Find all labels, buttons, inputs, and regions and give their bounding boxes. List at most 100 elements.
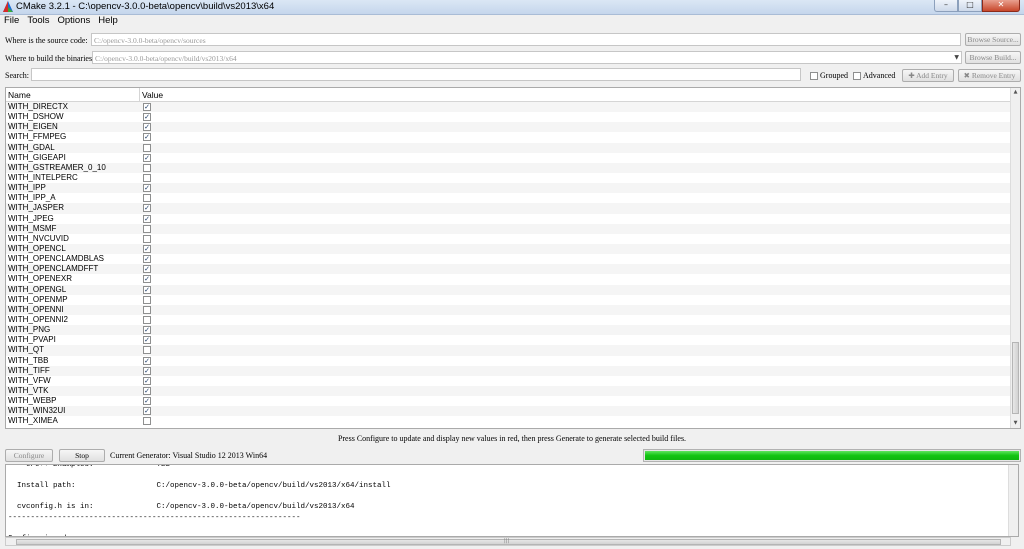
table-row[interactable]: WITH_GIGEAPI ✓ — [6, 153, 1012, 163]
row-checkbox[interactable]: ✓ — [143, 244, 151, 253]
search-input[interactable] — [31, 68, 801, 81]
table-row[interactable]: WITH_OPENMP — [6, 295, 1012, 305]
table-row[interactable]: WITH_IPP_A — [6, 193, 1012, 203]
row-checkbox[interactable] — [143, 173, 151, 182]
table-row[interactable]: WITH_OPENCL ✓ — [6, 243, 1012, 255]
menu-file[interactable]: File — [0, 14, 23, 27]
table-row[interactable]: WITH_TBB ✓ — [6, 356, 1012, 366]
row-checkbox[interactable]: ✓ — [143, 214, 151, 223]
row-checkbox[interactable] — [143, 224, 151, 233]
table-row[interactable]: WITH_NVCUVID — [6, 234, 1012, 244]
scroll-thumb[interactable] — [1012, 342, 1019, 414]
row-checkbox[interactable]: ✓ — [143, 356, 151, 365]
checkbox-box[interactable] — [810, 72, 818, 80]
table-row[interactable]: WITH_DIRECTX ✓ — [6, 102, 1012, 113]
scroll-up-icon[interactable]: ▲ — [1011, 88, 1020, 97]
row-checkbox[interactable] — [143, 305, 151, 314]
row-checkbox[interactable]: ✓ — [143, 113, 151, 122]
table-row[interactable]: WITH_EIGEN ✓ — [6, 122, 1012, 133]
table-row[interactable]: WITH_IPP ✓ — [6, 183, 1012, 194]
table-row[interactable]: WITH_PNG ✓ — [6, 325, 1012, 336]
maximize-button[interactable]: □ — [958, 0, 982, 12]
table-row[interactable]: WITH_OPENNI — [6, 304, 1012, 315]
table-row[interactable]: WITH_WIN32UI ✓ — [6, 406, 1012, 417]
row-checkbox[interactable]: ✓ — [143, 285, 151, 294]
row-checkbox[interactable] — [143, 417, 151, 426]
row-checkbox[interactable]: ✓ — [143, 376, 151, 385]
table-row[interactable]: WITH_OPENCLAMDFFT ✓ — [6, 264, 1012, 275]
table-row[interactable]: WITH_DSHOW ✓ — [6, 112, 1012, 122]
table-row[interactable]: WITH_OPENCLAMDBLAS ✓ — [6, 254, 1012, 264]
table-row[interactable]: WITH_JPEG ✓ — [6, 214, 1012, 224]
row-checkbox[interactable] — [143, 143, 151, 152]
remove-entry-button[interactable]: ✖ Remove Entry — [958, 69, 1021, 82]
row-name: WITH_PVAPI — [8, 335, 56, 345]
browse-source-button[interactable]: Browse Source... — [965, 33, 1021, 46]
row-checkbox[interactable]: ✓ — [143, 326, 151, 335]
table-row[interactable]: WITH_OPENNI2 — [6, 315, 1012, 325]
configure-button[interactable]: Configure — [5, 449, 53, 462]
progress-bar — [643, 449, 1021, 462]
menu-help[interactable]: Help — [94, 14, 122, 27]
table-row[interactable]: WITH_MSMF — [6, 223, 1012, 234]
output-log[interactable]: C/C++ Examples: YES Install path: C:/ope… — [5, 464, 1019, 537]
row-checkbox[interactable] — [143, 295, 151, 304]
header-value[interactable]: Value — [142, 90, 163, 100]
row-checkbox[interactable] — [143, 315, 151, 324]
table-row[interactable]: WITH_XIMEA — [6, 416, 1012, 426]
row-checkbox[interactable] — [143, 346, 151, 355]
table-row[interactable]: WITH_PVAPI ✓ — [6, 335, 1012, 345]
stop-button[interactable]: Stop — [59, 449, 105, 462]
add-entry-button[interactable]: ✚ Add Entry — [902, 69, 954, 82]
table-row[interactable]: WITH_TIFF ✓ — [6, 365, 1012, 376]
row-checkbox[interactable]: ✓ — [143, 265, 151, 274]
row-checkbox[interactable] — [143, 163, 151, 172]
row-checkbox[interactable]: ✓ — [143, 255, 151, 264]
table-row[interactable]: WITH_INTELPERC — [6, 173, 1012, 183]
table-row[interactable]: WITH_VFW ✓ — [6, 376, 1012, 386]
row-checkbox[interactable]: ✓ — [143, 204, 151, 213]
row-checkbox[interactable]: ✓ — [143, 336, 151, 345]
row-checkbox[interactable]: ✓ — [143, 133, 151, 142]
close-button[interactable]: ✕ — [982, 0, 1020, 12]
remove-entry-label: Remove Entry — [971, 71, 1016, 80]
row-checkbox[interactable]: ✓ — [143, 397, 151, 406]
row-checkbox[interactable]: ✓ — [143, 153, 151, 162]
row-checkbox[interactable] — [143, 194, 151, 203]
search-row: Search: Grouped Advanced ✚ Add Entry ✖ R… — [0, 68, 1024, 83]
checkbox-box[interactable] — [853, 72, 861, 80]
header-name[interactable]: Name — [8, 90, 31, 100]
source-input[interactable]: C:/opencv-3.0.0-beta/opencv/sources — [91, 33, 961, 46]
row-checkbox[interactable]: ✓ — [143, 386, 151, 395]
table-row[interactable]: WITH_GSTREAMER_0_10 — [6, 162, 1012, 173]
row-checkbox[interactable]: ✓ — [143, 407, 151, 416]
output-hscrollbar[interactable]: ||| — [5, 537, 1011, 546]
table-row[interactable]: WITH_OPENGL ✓ — [6, 284, 1012, 295]
table-row[interactable]: WITH_OPENEXR ✓ — [6, 274, 1012, 284]
menu-options[interactable]: Options — [54, 14, 95, 27]
column-divider[interactable] — [139, 88, 140, 101]
advanced-checkbox[interactable]: Advanced — [853, 71, 895, 80]
row-checkbox[interactable]: ✓ — [143, 366, 151, 375]
table-row[interactable]: WITH_QT — [6, 345, 1012, 356]
scroll-down-icon[interactable]: ▼ — [1011, 419, 1020, 428]
window-title: CMake 3.2.1 - C:\opencv-3.0.0-beta\openc… — [16, 1, 275, 12]
minimize-button[interactable]: – — [934, 0, 958, 12]
row-checkbox[interactable] — [143, 234, 151, 243]
table-row[interactable]: WITH_GDAL — [6, 142, 1012, 153]
binaries-combo[interactable]: C:/opencv-3.0.0-beta/opencv/build/vs2013… — [92, 51, 962, 64]
table-row[interactable]: WITH_FFMPEG ✓ — [6, 132, 1012, 142]
row-checkbox[interactable]: ✓ — [143, 103, 151, 111]
table-row[interactable]: WITH_WEBP ✓ — [6, 396, 1012, 406]
table-row[interactable]: WITH_VTK ✓ — [6, 385, 1012, 397]
output-scrollbar[interactable] — [1008, 465, 1018, 536]
chevron-down-icon[interactable]: ▼ — [954, 54, 959, 61]
row-checkbox[interactable]: ✓ — [143, 123, 151, 132]
row-checkbox[interactable]: ✓ — [143, 275, 151, 284]
browse-build-button[interactable]: Browse Build... — [965, 51, 1021, 64]
menu-tools[interactable]: Tools — [23, 14, 53, 27]
table-row[interactable]: WITH_JASPER ✓ — [6, 203, 1012, 214]
table-scrollbar[interactable]: ▲ ▼ — [1010, 88, 1020, 428]
row-checkbox[interactable]: ✓ — [143, 184, 151, 193]
grouped-checkbox[interactable]: Grouped — [810, 71, 848, 80]
